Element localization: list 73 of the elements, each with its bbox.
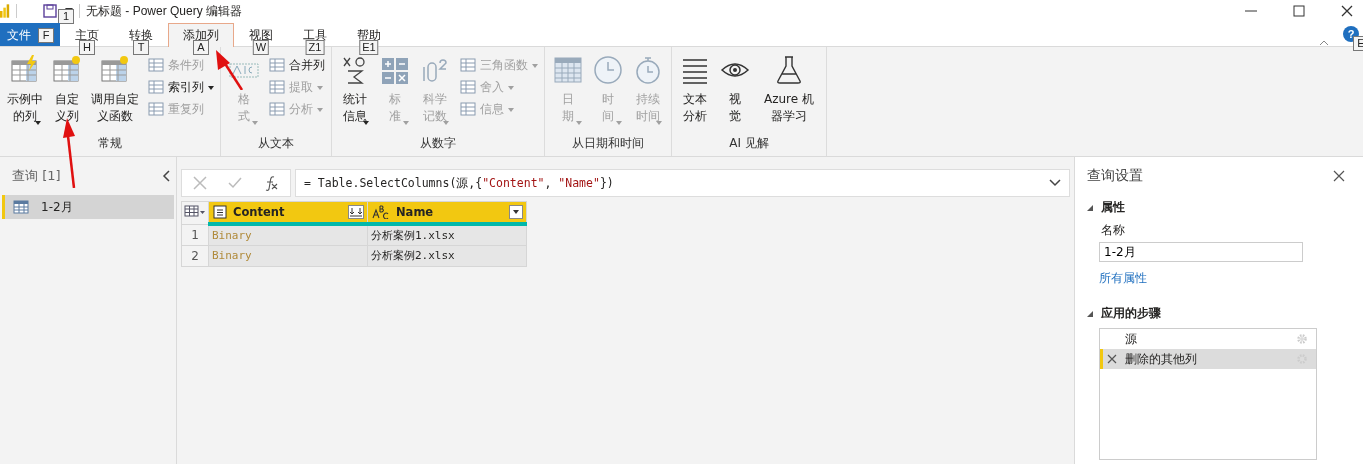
table-icon	[460, 101, 476, 117]
list-icon	[213, 205, 227, 219]
query-item[interactable]: 1-2月	[2, 195, 174, 219]
column-header[interactable]: Content	[208, 201, 368, 224]
chevron-down-icon[interactable]	[1049, 179, 1061, 187]
calc-icon	[380, 55, 410, 85]
table-icon	[460, 57, 476, 73]
expand-icon[interactable]	[348, 205, 364, 219]
ribbon-button[interactable]: 合并列	[267, 55, 327, 75]
keytip: A	[193, 40, 209, 55]
ribbon-button[interactable]: 视觉	[716, 55, 754, 135]
maximize-icon[interactable]	[1293, 5, 1305, 17]
check-icon[interactable]	[228, 176, 242, 190]
ribbon-button[interactable]: 示例中的列	[4, 55, 46, 135]
table-icon	[148, 79, 164, 95]
calendar-icon	[553, 55, 583, 85]
collapse-triangle-icon[interactable]	[1087, 310, 1093, 317]
keytip: Z1	[305, 40, 325, 55]
keytip: 1	[58, 9, 74, 24]
name-input-field[interactable]: 1-2月	[1099, 242, 1303, 262]
ribbon-button[interactable]: 文本分析	[676, 55, 714, 135]
clock-icon	[593, 55, 623, 85]
ribbon-button[interactable]: 统计信息	[336, 55, 374, 135]
filter-dropdown-icon[interactable]	[509, 205, 523, 219]
table-icon	[460, 79, 476, 95]
all-properties-link[interactable]: 所有属性	[1099, 270, 1351, 287]
field-label: 名称	[1101, 222, 1126, 239]
close-icon[interactable]	[1341, 5, 1353, 17]
table-icon	[269, 101, 285, 117]
table-icon	[269, 79, 285, 95]
collapse-ribbon-icon[interactable]	[1319, 40, 1329, 46]
row-number: 1	[181, 224, 209, 245]
formula-field[interactable]: = Table.SelectColumns(源,{"Content", "Name"})	[295, 169, 1070, 197]
applied-step[interactable]: 源	[1100, 329, 1316, 349]
group-label: 从日期和时间	[571, 135, 645, 152]
function-icon[interactable]	[263, 175, 280, 191]
ribbon-button[interactable]: 调用自定义函数	[88, 55, 142, 135]
table-icon	[13, 200, 29, 214]
window-title: 无标题 - Power Query 编辑器	[86, 2, 243, 20]
collapse-icon[interactable]	[162, 170, 170, 182]
ribbon-button[interactable]: Azure 机器学习	[756, 55, 822, 135]
table-icon	[148, 57, 164, 73]
delete-icon[interactable]	[1107, 354, 1117, 364]
group-label: 从文本	[257, 135, 295, 152]
table-icon	[269, 57, 285, 73]
table-bolt-icon	[10, 55, 40, 85]
keytip: H	[79, 40, 95, 55]
column-header[interactable]: Name	[367, 201, 527, 224]
pane-title: 查询 [1]	[12, 167, 61, 185]
text-type-icon	[372, 205, 390, 219]
row-number: 2	[181, 245, 209, 266]
group-label: AI 见解	[728, 135, 770, 152]
table-icon	[148, 101, 164, 117]
save-icon[interactable]	[43, 4, 57, 18]
keytip: F	[38, 28, 54, 43]
ribbon-button[interactable]: 索引列	[146, 77, 216, 97]
table-menu-button[interactable]	[181, 201, 209, 224]
applied-step[interactable]: 删除的其他列	[1100, 349, 1316, 369]
group-label: 从数字	[419, 135, 457, 152]
keytip: W	[252, 40, 270, 55]
section-heading: 应用的步骤	[1101, 305, 1161, 322]
collapse-triangle-icon[interactable]	[1087, 204, 1093, 211]
pane-title: 查询设置	[1087, 167, 1143, 185]
flask-icon	[774, 55, 804, 85]
group-label: 常规	[97, 135, 123, 152]
section-heading: 属性	[1101, 199, 1125, 216]
table-icon	[184, 205, 206, 218]
app-logo-icon	[0, 3, 10, 19]
close-icon[interactable]	[1333, 170, 1345, 182]
keytip: T	[133, 40, 149, 55]
annotation-arrow	[214, 50, 244, 90]
keytip: E1	[359, 40, 379, 55]
stopwatch-icon	[633, 55, 663, 85]
